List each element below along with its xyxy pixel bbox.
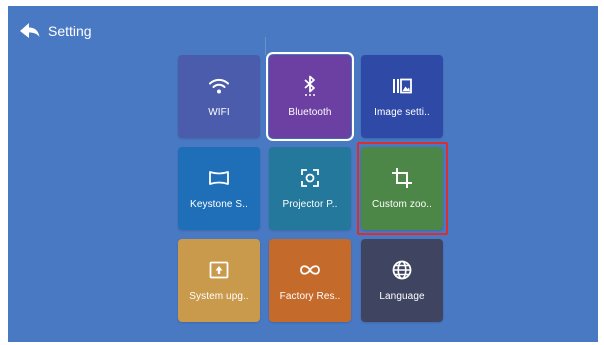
tile-label: Factory Res.. xyxy=(279,291,341,302)
tile-label: Keystone S.. xyxy=(190,199,248,210)
globe-icon xyxy=(391,259,413,281)
tile-system-upgrade[interactable]: System upg.. xyxy=(178,239,260,322)
tile-label: Bluetooth xyxy=(288,107,332,118)
wifi-icon xyxy=(208,75,230,97)
tile-custom-zoom[interactable]: Custom zoo.. xyxy=(357,142,448,235)
tile-label: Language xyxy=(379,291,425,302)
tile-factory-reset[interactable]: Factory Res.. xyxy=(269,239,351,322)
tile-keystone[interactable]: Keystone S.. xyxy=(178,147,260,230)
tile-wifi[interactable]: WIFI xyxy=(178,55,260,138)
divider xyxy=(265,37,266,55)
page-title: Setting xyxy=(48,23,92,39)
projector-position-icon xyxy=(299,167,321,189)
tile-language[interactable]: Language xyxy=(361,239,443,322)
header: Setting xyxy=(20,20,92,42)
bluetooth-icon xyxy=(299,75,321,97)
tile-label: Projector P.. xyxy=(282,199,338,210)
tile-label: System upg.. xyxy=(189,291,249,302)
tile-label: WIFI xyxy=(208,107,230,118)
system-upgrade-icon xyxy=(208,259,230,281)
tile-label: Custom zoo.. xyxy=(371,199,433,210)
tile-image-settings[interactable]: Image setti.. xyxy=(361,55,443,138)
tile-label: Image setti.. xyxy=(374,107,430,118)
back-arrow-icon[interactable] xyxy=(20,23,40,39)
settings-screen: Setting WIFI Bluetooth Image setti.. Key… xyxy=(8,6,598,342)
factory-reset-icon xyxy=(299,259,321,281)
crop-icon xyxy=(391,167,413,189)
settings-grid: WIFI Bluetooth Image setti.. Keystone S.… xyxy=(177,52,448,324)
tile-projector-position[interactable]: Projector P.. xyxy=(269,147,351,230)
keystone-icon xyxy=(208,167,230,189)
tile-bluetooth[interactable]: Bluetooth xyxy=(266,52,354,141)
image-settings-icon xyxy=(391,75,413,97)
